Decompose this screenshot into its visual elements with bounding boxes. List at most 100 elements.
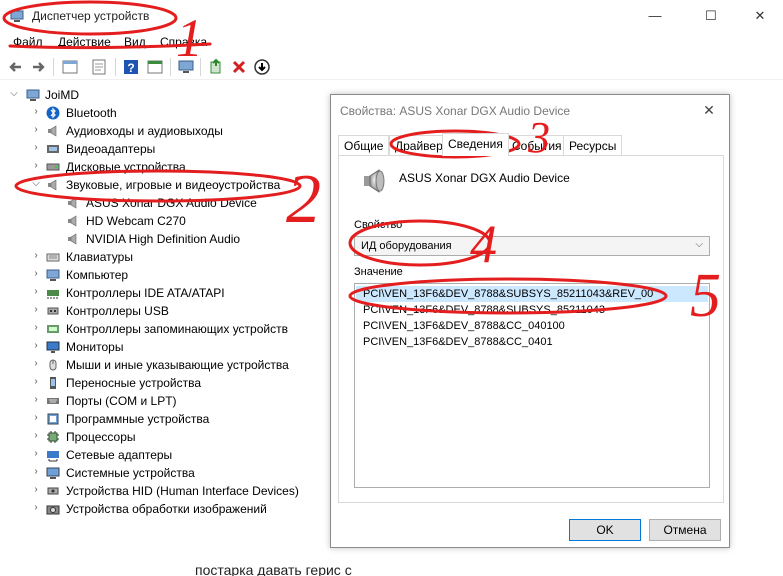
chevron-right-icon[interactable]: › xyxy=(30,502,42,514)
value-row[interactable]: PCI\VEN_13F6&DEV_8788&CC_040100 xyxy=(356,318,708,334)
tree-item[interactable]: › Порты (COM и LPT) xyxy=(0,392,330,410)
chevron-right-icon[interactable]: › xyxy=(30,430,42,442)
system-device-icon xyxy=(46,467,60,479)
forward-icon[interactable] xyxy=(28,57,48,77)
chevron-right-icon[interactable]: › xyxy=(30,268,42,280)
property-select[interactable]: ИД оборудования ⌵ xyxy=(354,236,710,256)
chevron-right-icon[interactable]: › xyxy=(30,322,42,334)
value-row[interactable]: PCI\VEN_13F6&DEV_8788&SUBSYS_85211043&RE… xyxy=(356,286,708,302)
chevron-down-icon[interactable]: ⌵ xyxy=(8,88,20,100)
tree-item[interactable]: › Дисковые устройства xyxy=(0,158,330,176)
details-panel: ASUS Xonar DGX Audio Device Свойство ИД … xyxy=(338,155,724,503)
chevron-right-icon[interactable]: › xyxy=(30,448,42,460)
tree-item[interactable]: › Контроллеры запоминающих устройств xyxy=(0,320,330,338)
tree-item[interactable]: HD Webcam C270 xyxy=(0,212,330,230)
monitor-icon xyxy=(46,341,60,353)
keyboard-icon xyxy=(46,253,60,262)
tab-resources[interactable]: Ресурсы xyxy=(563,135,623,155)
tree-item[interactable]: ASUS Xonar DGX Audio Device xyxy=(0,194,330,212)
tree-item[interactable]: › Системные устройства xyxy=(0,464,330,482)
tree-item[interactable]: › Сетевые адаптеры xyxy=(0,446,330,464)
speaker-icon xyxy=(68,197,77,209)
tree-root-label: JoiMD xyxy=(45,88,80,102)
download-icon[interactable] xyxy=(252,57,272,77)
tree-item[interactable]: › Мониторы xyxy=(0,338,330,356)
tree-item[interactable]: › Процессоры xyxy=(0,428,330,446)
back-icon[interactable] xyxy=(6,57,26,77)
tab-events[interactable]: События xyxy=(506,135,568,155)
menu-view[interactable]: Вид xyxy=(124,35,146,49)
tree-item[interactable]: › Устройства HID (Human Interface Devices… xyxy=(0,482,330,500)
chevron-right-icon[interactable]: › xyxy=(30,466,42,478)
ide-controller-icon xyxy=(47,290,59,299)
update-view-icon[interactable] xyxy=(145,57,165,77)
value-row[interactable]: PCI\VEN_13F6&DEV_8788&CC_0401 xyxy=(356,334,708,350)
chevron-right-icon[interactable]: › xyxy=(30,394,42,406)
value-row[interactable]: PCI\VEN_13F6&DEV_8788&SUBSYS_85211043 xyxy=(356,302,708,318)
chevron-right-icon[interactable]: › xyxy=(30,142,42,154)
uninstall-icon[interactable] xyxy=(229,57,249,77)
cancel-button[interactable]: Отмена xyxy=(649,519,721,541)
menu-help[interactable]: Справка xyxy=(160,35,207,49)
scan-hardware-icon[interactable] xyxy=(176,57,196,77)
chevron-right-icon[interactable]: › xyxy=(30,358,42,370)
chevron-down-icon[interactable]: ⌵ xyxy=(30,178,42,190)
values-label: Значение xyxy=(354,266,403,278)
close-button[interactable]: ✕ xyxy=(743,4,777,28)
help-icon[interactable]: ? xyxy=(121,57,141,77)
chevron-right-icon[interactable]: › xyxy=(30,412,42,424)
tree-item[interactable]: › Мыши и иные указывающие устройства xyxy=(0,356,330,374)
tree-item-label: Системные устройства xyxy=(66,466,195,480)
tree-item[interactable]: › Устройства обработки изображений xyxy=(0,500,330,518)
menu-file[interactable]: Файл xyxy=(13,35,43,49)
maximize-button[interactable]: ☐ xyxy=(694,4,728,28)
tree-item[interactable]: › Контроллеры IDE ATA/ATAPI xyxy=(0,284,330,302)
chevron-right-icon[interactable]: › xyxy=(30,250,42,262)
tree-item[interactable]: › Видеоадаптеры xyxy=(0,140,330,158)
tree-item[interactable]: › Bluetooth xyxy=(0,104,330,122)
update-driver-icon[interactable] xyxy=(206,57,226,77)
chevron-down-icon: ⌵ xyxy=(695,239,703,250)
tree-item-label: HD Webcam C270 xyxy=(86,214,186,228)
tree-item-label: Видеоадаптеры xyxy=(66,142,156,156)
tree-item[interactable]: NVIDIA High Definition Audio xyxy=(0,230,330,248)
ok-button[interactable]: OK xyxy=(569,519,641,541)
tree-item[interactable]: › Аудиовходы и аудиовыходы xyxy=(0,122,330,140)
tree-root[interactable]: ⌵ JoiMD xyxy=(0,86,330,104)
chevron-right-icon[interactable]: › xyxy=(30,286,42,298)
chevron-right-icon[interactable]: › xyxy=(30,124,42,136)
usb-icon xyxy=(47,307,59,315)
tab-strip: Общие Драйвер Сведения События Ресурсы xyxy=(338,133,724,156)
tree-item[interactable]: › Контроллеры USB xyxy=(0,302,330,320)
window-title: Диспетчер устройств xyxy=(32,9,150,23)
tab-driver[interactable]: Драйвер xyxy=(389,135,449,155)
chevron-right-icon[interactable]: › xyxy=(30,106,42,118)
chevron-right-icon[interactable]: › xyxy=(30,160,42,172)
tree-item-label: Контроллеры USB xyxy=(66,304,169,318)
tree-item-label: Мыши и иные указывающие устройства xyxy=(66,358,289,372)
tree-item[interactable]: › Переносные устройства xyxy=(0,374,330,392)
processor-icon xyxy=(47,431,59,443)
chevron-right-icon[interactable]: › xyxy=(30,376,42,388)
tab-general[interactable]: Общие xyxy=(338,135,390,155)
values-list[interactable]: PCI\VEN_13F6&DEV_8788&SUBSYS_85211043&RE… xyxy=(354,283,710,488)
tree-item[interactable]: › Программные устройства xyxy=(0,410,330,428)
speaker-icon xyxy=(364,169,385,193)
tree-item[interactable]: › Компьютер xyxy=(0,266,330,284)
chevron-right-icon[interactable]: › xyxy=(30,340,42,352)
menu-action[interactable]: Действие xyxy=(58,35,111,49)
tab-details[interactable]: Сведения xyxy=(442,133,509,156)
tree-item[interactable]: › Клавиатуры xyxy=(0,248,330,266)
toolbar-separator xyxy=(200,58,201,76)
tree-item[interactable]: ⌵ Звуковые, игровые и видеоустройства xyxy=(0,176,330,194)
chevron-right-icon[interactable]: › xyxy=(30,304,42,316)
tree-item-label: Аудиовходы и аудиовыходы xyxy=(66,124,223,138)
properties-view-icon[interactable] xyxy=(60,57,80,77)
chevron-right-icon[interactable]: › xyxy=(30,484,42,496)
tree-item-label: Bluetooth xyxy=(66,106,117,120)
properties-icon[interactable] xyxy=(89,57,109,77)
dialog-close-button[interactable]: ✕ xyxy=(697,99,721,121)
disk-icon xyxy=(46,163,60,171)
mouse-icon xyxy=(49,359,57,371)
minimize-button[interactable]: — xyxy=(638,4,672,28)
